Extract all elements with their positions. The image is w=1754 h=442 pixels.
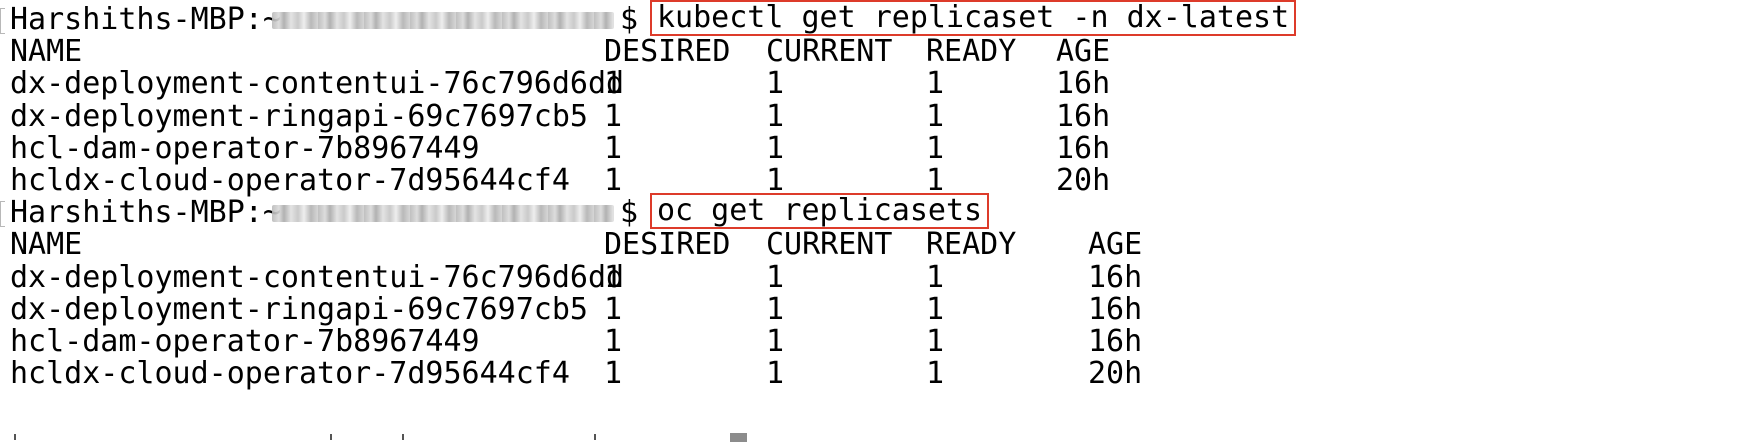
table-cell: 16h <box>1088 259 1143 295</box>
prompt-symbol: $ <box>620 195 639 231</box>
clipped-glyph <box>14 434 16 440</box>
table-cell: hcldx-cloud-operator-7d95644cf4 <box>10 163 570 198</box>
column-header-name: NAME <box>10 34 83 70</box>
table-header: NAME DESIRED CURRENT READY AGE <box>0 34 1754 70</box>
table-cell: 1 <box>604 291 623 327</box>
column-header-name: NAME <box>10 227 83 263</box>
prompt-mark-bracket <box>0 201 5 228</box>
table-row: dx-deployment-contentui-76c796d6dd 1 1 1 16h <box>0 66 1754 102</box>
clipped-glyph <box>402 434 404 440</box>
column-header-age: AGE <box>1056 34 1111 70</box>
table-cell: dx-deployment-contentui-76c796d6dd <box>10 66 625 102</box>
table-cell: 1 <box>926 291 945 327</box>
prompt-host: Harshiths-MBP:~ <box>10 195 281 231</box>
table-cell: 1 <box>926 356 945 392</box>
column-header-current: CURRENT <box>766 34 893 70</box>
table-header: NAME DESIRED CURRENT READY AGE <box>0 227 1754 263</box>
table-cell: hcl-dam-operator-7b8967449 <box>10 130 480 166</box>
redacted-path <box>272 12 614 29</box>
column-header-ready: READY <box>926 34 1017 70</box>
column-header-current: CURRENT <box>766 227 893 263</box>
table-cell: 1 <box>766 98 785 134</box>
highlighted-command[interactable]: kubectl get replicaset -n dx-latest <box>650 0 1297 36</box>
clipped-glyph <box>330 434 332 440</box>
table-cell: 20h <box>1088 356 1143 392</box>
table-row: dx-deployment-ringapi-69c7697cb5 1 1 1 16h <box>0 292 1754 328</box>
highlighted-command[interactable]: oc get replicasets <box>650 193 990 230</box>
prompt-host: Harshiths-MBP:~ <box>10 2 281 37</box>
table-cell: 20h <box>1056 163 1111 198</box>
table-row: hcl-dam-operator-7b8967449 1 1 1 16h <box>0 131 1754 167</box>
table-cell: 1 <box>604 324 623 359</box>
table-row: dx-deployment-ringapi-69c7697cb5 1 1 1 16h <box>0 99 1754 135</box>
table-row: hcldx-cloud-operator-7d95644cf4 1 1 1 20h <box>0 356 1754 392</box>
column-header-desired: DESIRED <box>604 34 731 70</box>
table-cell: 1 <box>604 259 623 295</box>
table-cell: 1 <box>766 324 785 359</box>
table-cell: dx-deployment-ringapi-69c7697cb5 <box>10 98 588 134</box>
table-cell: 16h <box>1056 66 1111 102</box>
table-cell: 1 <box>766 259 785 295</box>
table-cell: 1 <box>926 130 945 166</box>
prompt-symbol: $ <box>620 2 639 37</box>
clipped-glyph <box>594 434 596 440</box>
table-cell: 16h <box>1088 324 1143 359</box>
table-cell: 1 <box>766 66 785 102</box>
table-cell: 1 <box>926 259 945 295</box>
table-cell: 1 <box>926 98 945 134</box>
table-row: hcl-dam-operator-7b8967449 1 1 1 16h <box>0 324 1754 360</box>
prompt-mark-bracket <box>0 8 5 34</box>
table-cell: 1 <box>604 98 623 134</box>
column-header-age: AGE <box>1088 227 1143 263</box>
table-cell: 16h <box>1056 130 1111 166</box>
prompt-line: Harshiths-MBP:~ $ kubectl get replicaset -… <box>0 0 1754 38</box>
table-cell: 1 <box>766 356 785 392</box>
clipped-next-row <box>0 434 1754 442</box>
table-cell: 16h <box>1056 98 1111 134</box>
table-cell: 1 <box>604 66 623 102</box>
redacted-path <box>272 205 614 223</box>
table-cell: 1 <box>604 356 623 392</box>
table-cell: dx-deployment-contentui-76c796d6dd <box>10 259 625 295</box>
table-cell: hcl-dam-operator-7b8967449 <box>10 324 480 359</box>
table-cell: 1 <box>766 291 785 327</box>
table-cell: 16h <box>1088 291 1143 327</box>
column-header-ready: READY <box>926 227 1017 263</box>
table-cell: hcldx-cloud-operator-7d95644cf4 <box>10 356 570 392</box>
table-cell: 1 <box>604 163 623 198</box>
table-cell: dx-deployment-ringapi-69c7697cb5 <box>10 291 588 327</box>
prompt-line: Harshiths-MBP:~ $ oc get replicasets <box>0 193 1754 231</box>
table-cell: 1 <box>926 66 945 102</box>
column-header-desired: DESIRED <box>604 227 731 263</box>
table-cell: 1 <box>926 324 945 359</box>
table-cell: 1 <box>766 130 785 166</box>
table-cell: 1 <box>604 130 623 166</box>
table-row: dx-deployment-contentui-76c796d6dd 1 1 1 16h <box>0 260 1754 296</box>
